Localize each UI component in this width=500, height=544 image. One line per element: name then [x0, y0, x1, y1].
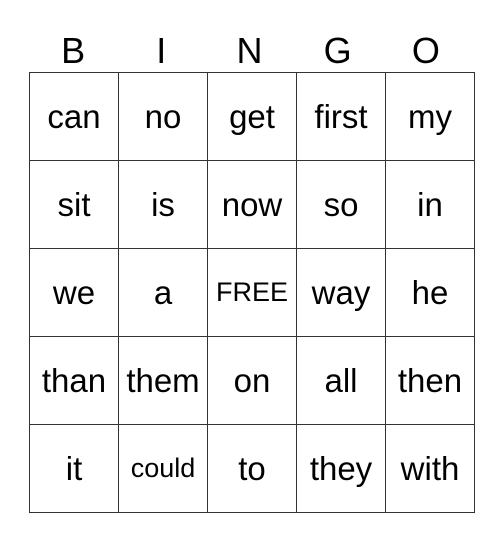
bingo-row: it could to they with — [29, 424, 475, 513]
bingo-cell[interactable]: he — [385, 248, 475, 337]
bingo-cell[interactable]: with — [385, 424, 475, 513]
bingo-cell[interactable]: we — [29, 248, 119, 337]
bingo-cell[interactable]: to — [207, 424, 297, 513]
bingo-cell[interactable]: them — [118, 336, 208, 425]
bingo-cell[interactable]: now — [207, 160, 297, 249]
bingo-cell[interactable]: all — [296, 336, 386, 425]
bingo-grid: can no get first my sit is now so in we a FREE way he t… — [29, 72, 475, 513]
header-letter: I — [156, 30, 167, 71]
bingo-cell[interactable]: get — [207, 72, 297, 161]
bingo-cell[interactable]: can — [29, 72, 119, 161]
bingo-cell[interactable]: they — [296, 424, 386, 513]
header-letter: O — [411, 30, 440, 71]
bingo-cell[interactable]: my — [385, 72, 475, 161]
bingo-cell[interactable]: sit — [29, 160, 119, 249]
bingo-row: sit is now so in — [29, 160, 475, 249]
header-letter: G — [323, 30, 352, 71]
bingo-cell[interactable]: first — [296, 72, 386, 161]
bingo-cell[interactable]: than — [29, 336, 119, 425]
bingo-cell[interactable]: could — [118, 424, 208, 513]
bingo-cell[interactable]: on — [207, 336, 297, 425]
header-letter: B — [61, 30, 86, 71]
bingo-cell[interactable]: way — [296, 248, 386, 337]
bingo-cell[interactable]: it — [29, 424, 119, 513]
bingo-cell[interactable]: a — [118, 248, 208, 337]
bingo-cell[interactable]: so — [296, 160, 386, 249]
bingo-cell[interactable]: is — [118, 160, 208, 249]
header-letter: N — [236, 30, 263, 71]
bingo-row: can no get first my — [29, 72, 475, 161]
bingo-header: BINGO — [29, 30, 470, 72]
free-cell[interactable]: FREE — [207, 248, 297, 337]
bingo-cell[interactable]: no — [118, 72, 208, 161]
bingo-cell[interactable]: in — [385, 160, 475, 249]
bingo-row: we a FREE way he — [29, 248, 475, 337]
bingo-row: than them on all then — [29, 336, 475, 425]
bingo-cell[interactable]: then — [385, 336, 475, 425]
